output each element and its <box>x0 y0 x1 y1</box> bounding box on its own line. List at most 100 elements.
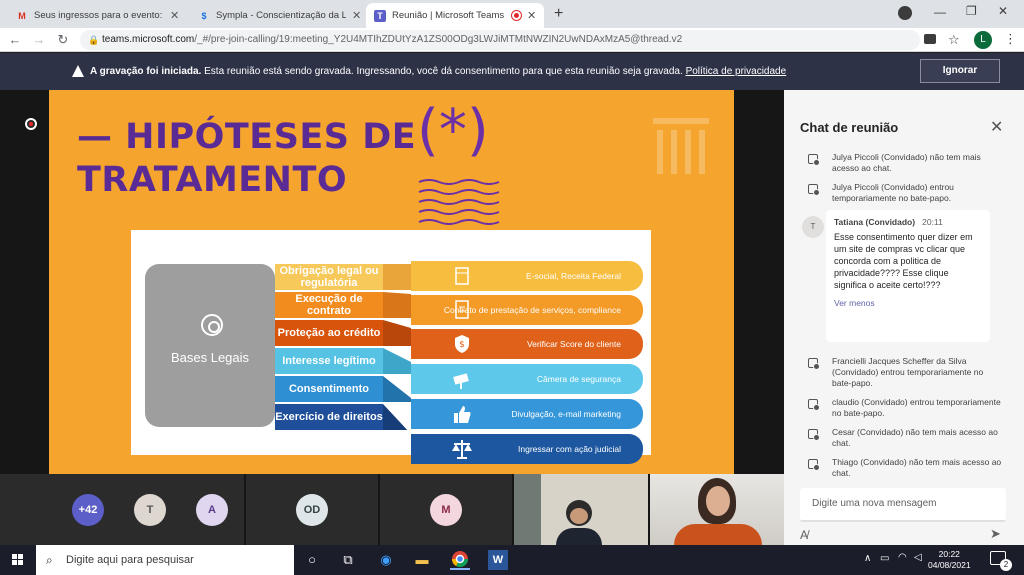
example-text: E-social, Receita Federal <box>526 271 621 281</box>
tab-title: Seus ingressos para o evento: Co <box>34 10 164 21</box>
basis-label: Proteção ao crédito <box>275 320 383 346</box>
reload-icon[interactable]: ↻ <box>54 31 72 49</box>
wifi-icon[interactable]: ◠ <box>898 552 907 563</box>
legal-bases-diagram: Bases Legais Obrigação legal ou regulató… <box>131 230 651 464</box>
tray-chevron-icon[interactable]: ∧ <box>864 553 871 564</box>
basis-label: Obrigação legal ou regulatória <box>275 264 383 290</box>
volume-icon[interactable]: ◁ <box>914 552 922 563</box>
sympla-icon: $ <box>201 10 207 21</box>
battery-icon: ▭ <box>880 553 890 564</box>
chat-title: Chat de reunião <box>800 120 899 135</box>
participant-group-tile[interactable]: +42 T A <box>0 474 244 545</box>
thumbs-up-icon <box>454 406 471 423</box>
participant-status-icon <box>808 184 820 196</box>
tab-title: Sympla - Conscientização da LGP <box>216 10 346 21</box>
task-view-icon[interactable]: ⧉ <box>338 550 358 570</box>
message-author: Tatiana (Convidado) <box>834 217 916 227</box>
minimize-icon[interactable]: — <box>934 5 946 19</box>
edge-icon[interactable]: ◉ <box>376 550 396 570</box>
word-icon[interactable]: W <box>488 550 508 570</box>
browser-tab-gmail[interactable]: M Seus ingressos para o evento: Co ✕ <box>8 3 186 28</box>
forward-icon[interactable]: → <box>30 31 48 49</box>
example-text: Divulgação, e-mail marketing <box>511 409 621 419</box>
bases-legais-box: Bases Legais <box>145 264 275 427</box>
taskbar-clock[interactable]: 20:22 04/08/2021 <box>928 549 971 571</box>
participant-status-icon <box>808 399 820 411</box>
browser-tab-strip: M Seus ingressos para o evento: Co ✕ $ S… <box>0 0 1024 28</box>
address-bar-row: ← → ↻ 🔒 teams.microsoft.com/_#/pre-join-… <box>0 28 1024 52</box>
participant-tile[interactable]: OD <box>246 474 378 545</box>
chrome-icon[interactable] <box>450 550 470 570</box>
camera-icon[interactable] <box>924 34 936 44</box>
participant-avatar[interactable]: A <box>196 494 228 526</box>
system-text: Thiago (Convidado) não tem mais acesso a… <box>832 457 1002 478</box>
tab-search-icon[interactable] <box>898 6 912 20</box>
svg-text:$: $ <box>459 340 465 350</box>
shared-slide: — HIPÓTESES DE TRATAMENTO (*) Bases Lega… <box>49 90 734 474</box>
profile-avatar[interactable]: L <box>974 31 992 49</box>
gmail-icon: M <box>18 10 26 21</box>
participant-tile[interactable]: M <box>380 474 512 545</box>
connector <box>383 348 411 374</box>
windows-start-icon[interactable] <box>0 545 36 575</box>
see-less-link[interactable]: Ver menos <box>834 297 982 309</box>
example-text: Câmera de segurança <box>536 374 621 384</box>
taskbar-search-input[interactable]: ⌕ Digite aqui para pesquisar <box>36 545 294 575</box>
person-body <box>556 528 602 545</box>
back-icon[interactable]: ← <box>6 31 24 49</box>
person-body <box>674 524 762 545</box>
connector <box>383 376 411 402</box>
teams-icon: T <box>374 9 386 22</box>
basis-label: Execução de contrato <box>275 292 383 318</box>
ignore-button[interactable]: Ignorar <box>920 59 1000 83</box>
file-explorer-icon[interactable]: ▬ <box>412 550 432 570</box>
close-window-icon[interactable]: ✕ <box>998 4 1008 18</box>
participant-video-tile[interactable] <box>514 474 648 545</box>
taskbar-search-placeholder: Digite aqui para pesquisar <box>66 554 194 566</box>
contract-icon <box>455 300 469 319</box>
bases-legais-label: Bases Legais <box>170 350 250 365</box>
participant-avatar[interactable]: M <box>430 494 462 526</box>
connector <box>383 320 411 346</box>
chat-system-message: Francielli Jacques Scheffer da Silva (Co… <box>808 356 1008 392</box>
target-icon <box>201 314 223 336</box>
recording-started-text: A gravação foi iniciada. <box>90 66 202 77</box>
privacy-policy-link[interactable]: Política de privacidade <box>686 66 787 77</box>
overflow-participants-count[interactable]: +42 <box>72 494 104 526</box>
participant-avatar[interactable]: OD <box>296 494 328 526</box>
close-icon[interactable]: ✕ <box>990 117 1003 137</box>
message-body: Esse consentimento quer dizer em um site… <box>834 232 973 290</box>
url-field[interactable]: 🔒 teams.microsoft.com/_#/pre-join-callin… <box>80 30 920 50</box>
example-bar: $ Verificar Score do cliente <box>411 329 643 359</box>
close-icon[interactable]: ✕ <box>527 9 536 22</box>
notifications-badge: 2 <box>1000 559 1012 571</box>
participant-avatar[interactable]: T <box>134 494 166 526</box>
basis-label: Exercício de direitos <box>275 404 383 430</box>
system-text: claudio (Convidado) entrou temporariamen… <box>832 397 1001 418</box>
building-icon <box>455 267 469 285</box>
message-meta: Tatiana (Convidado) 20:11 <box>834 216 982 228</box>
recording-indicator-icon <box>25 118 37 130</box>
windows-taskbar: ⌕ Digite aqui para pesquisar ○ ⧉ ◉ ▬ W ∧… <box>0 545 1024 575</box>
close-icon[interactable]: ✕ <box>170 9 179 22</box>
bookmark-star-icon[interactable]: ☆ <box>948 32 960 48</box>
search-icon: ⌕ <box>46 553 53 567</box>
url-domain: teams.microsoft.com <box>102 34 195 45</box>
browser-menu-icon[interactable]: ⋮ <box>1004 31 1017 47</box>
person-face <box>706 486 730 516</box>
browser-tab-sympla[interactable]: $ Sympla - Conscientização da LGP ✕ <box>190 3 368 28</box>
restore-icon[interactable]: ❐ <box>966 4 977 18</box>
participant-video-tile[interactable] <box>650 474 784 545</box>
new-tab-icon[interactable]: + <box>554 5 563 23</box>
system-text: Julya Piccoli (Convidado) não tem mais a… <box>832 152 981 173</box>
compose-message-input[interactable]: Digite uma nova mensagem <box>800 488 1006 522</box>
system-text: Francielli Jacques Scheffer da Silva (Co… <box>832 356 984 388</box>
scales-of-justice-icon <box>452 440 472 459</box>
browser-tab-teams[interactable]: T Reunião | Microsoft Teams ✕ <box>366 3 544 28</box>
close-icon[interactable]: ✕ <box>352 9 361 22</box>
recording-consent-text: Esta reunião está sendo gravada. Ingress… <box>201 66 686 77</box>
chat-message[interactable]: Tatiana (Convidado) 20:11 Esse consentim… <box>826 210 990 342</box>
send-icon[interactable]: ➤ <box>990 526 1001 542</box>
format-icon[interactable]: A̸ <box>800 528 808 542</box>
cortana-icon[interactable]: ○ <box>302 550 322 570</box>
